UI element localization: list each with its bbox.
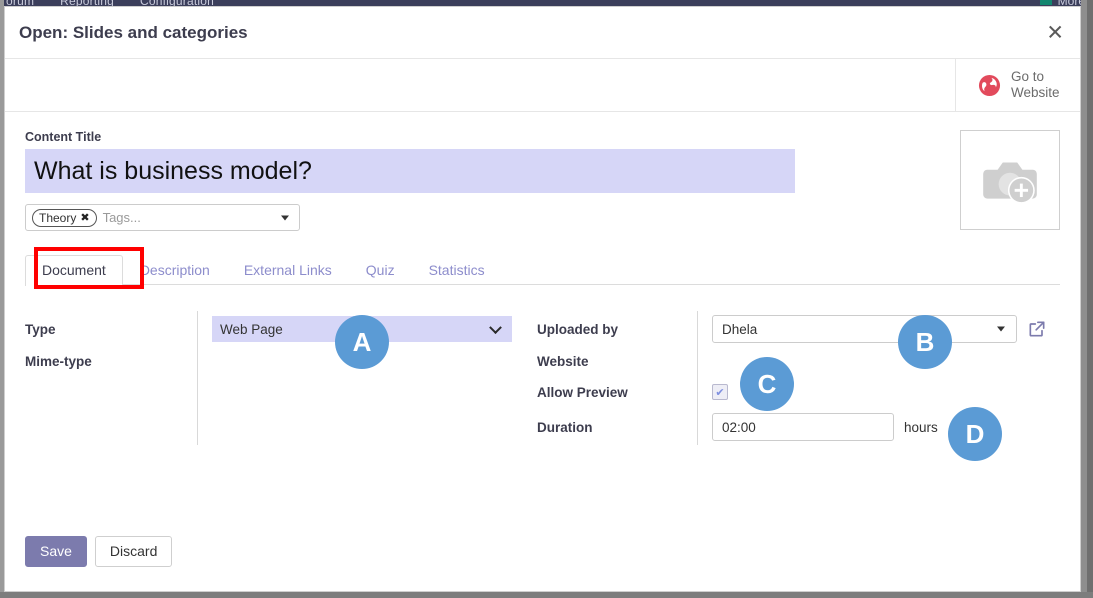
- check-icon: ✔: [715, 385, 725, 399]
- external-link-icon[interactable]: [1027, 319, 1047, 339]
- allow-preview-row: ✔: [712, 375, 1047, 409]
- tab-quiz[interactable]: Quiz: [349, 255, 412, 286]
- background-scrollbar[interactable]: [1087, 0, 1093, 598]
- go-to-website-line2: Website: [1011, 85, 1060, 100]
- allow-preview-checkbox[interactable]: ✔: [712, 384, 728, 400]
- background-bottom-strip: [0, 592, 1093, 598]
- dialog-footer: Save Discard: [25, 536, 173, 567]
- form-column-left: Type Mime-type Web Page: [25, 311, 537, 445]
- tab-statistics[interactable]: Statistics: [412, 255, 502, 286]
- go-to-website-button[interactable]: Go to Website: [955, 59, 1080, 111]
- tag-pill-label: Theory: [39, 210, 77, 225]
- tabs-bar: Document Description External Links Quiz…: [25, 247, 1060, 289]
- type-select-wrap: Web Page: [212, 316, 512, 342]
- tags-input[interactable]: Theory ✖ Tags...: [25, 204, 300, 231]
- form-column-right: Uploaded by Website Allow Preview Durati…: [537, 311, 1047, 445]
- background-right-strip: [1081, 0, 1093, 598]
- duration-input[interactable]: [712, 413, 894, 441]
- mime-type-row: [212, 347, 537, 375]
- discard-button[interactable]: Discard: [94, 536, 173, 567]
- dialog-body: Content Title Theory ✖ Tags...: [5, 112, 1080, 591]
- document-form: Type Mime-type Web Page Uploaded by Webs…: [25, 311, 1060, 445]
- close-icon[interactable]: ✕: [1046, 22, 1064, 43]
- form-controls-right: Dhela ✔ 02:00 hours: [697, 311, 1047, 445]
- content-title-input[interactable]: [25, 149, 795, 193]
- tab-document[interactable]: Document: [25, 255, 123, 286]
- tag-remove-icon[interactable]: ✖: [80, 211, 89, 224]
- camera-add-icon: [983, 162, 1037, 204]
- dialog-statusbar: Go to Website: [5, 59, 1080, 112]
- save-button[interactable]: Save: [25, 536, 87, 567]
- website-label: Website: [537, 353, 589, 369]
- go-to-website-line1: Go to: [1011, 69, 1045, 84]
- uploaded-by-select[interactable]: Dhela: [712, 315, 1017, 343]
- open-slides-dialog: Open: Slides and categories ✕ Go to Webs…: [4, 6, 1081, 592]
- duration-unit-label: hours: [904, 419, 938, 435]
- type-label: Type: [25, 321, 56, 337]
- tab-description[interactable]: Description: [123, 255, 227, 286]
- dialog-title: Open: Slides and categories: [19, 22, 248, 42]
- tab-external-links[interactable]: External Links: [227, 255, 349, 286]
- form-labels-right: Uploaded by Website Allow Preview Durati…: [537, 311, 697, 445]
- globe-icon: [978, 74, 1001, 97]
- uploaded-by-row: Dhela: [712, 311, 1047, 347]
- chevron-down-icon[interactable]: [281, 215, 289, 220]
- type-row: Web Page: [212, 311, 537, 347]
- allow-preview-label: Allow Preview: [537, 384, 628, 400]
- page-root: orum Reporting Configuration More Open: Sl…: [0, 0, 1093, 598]
- dialog-header: Open: Slides and categories ✕: [5, 7, 1080, 59]
- uploaded-by-wrap: Dhela: [712, 315, 1047, 343]
- duration-row: hours: [712, 409, 1047, 445]
- uploaded-by-value: Dhela: [722, 321, 758, 337]
- content-title-label: Content Title: [25, 130, 102, 144]
- type-select[interactable]: Web Page: [212, 316, 512, 342]
- duration-label: Duration: [537, 419, 593, 435]
- tag-pill[interactable]: Theory ✖: [32, 208, 97, 227]
- chevron-down-icon: [997, 326, 1005, 332]
- website-row: [712, 347, 1047, 375]
- tabs: Document Description External Links Quiz…: [25, 253, 1060, 286]
- mime-type-label: Mime-type: [25, 353, 92, 369]
- uploaded-by-label: Uploaded by: [537, 321, 619, 337]
- go-to-website-label: Go to Website: [1011, 69, 1060, 101]
- background-badge-icon: [1039, 0, 1052, 6]
- form-controls-left: Web Page: [197, 311, 537, 445]
- image-upload-placeholder[interactable]: [960, 130, 1060, 230]
- content-title-group: Content Title: [25, 130, 795, 193]
- form-labels-left: Type Mime-type: [25, 311, 197, 445]
- tags-placeholder: Tags...: [102, 210, 141, 225]
